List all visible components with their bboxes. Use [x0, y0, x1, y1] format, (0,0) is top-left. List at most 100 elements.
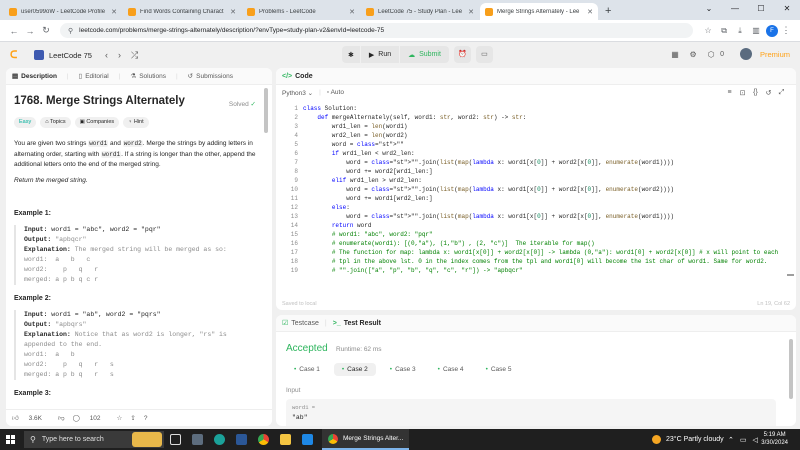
- settings-icon[interactable]: ⚙: [684, 50, 702, 59]
- close-window-icon[interactable]: ✕: [774, 0, 800, 18]
- browser-tab[interactable]: LeetCode 75 - Study Plan - Lee ✕: [361, 3, 479, 20]
- scrollbar-thumb[interactable]: [264, 88, 268, 133]
- calculator-icon[interactable]: [186, 429, 208, 450]
- profile-avatar[interactable]: F: [766, 24, 778, 37]
- word-icon[interactable]: [230, 429, 252, 450]
- code-line[interactable]: class Solution:: [303, 104, 778, 113]
- file-explorer-icon[interactable]: [274, 429, 296, 450]
- browser-tab-active[interactable]: Merge Strings Alternately - Lee ✕: [480, 3, 598, 20]
- url-field[interactable]: ⚲ leetcode.com/problems/merge-strings-al…: [60, 23, 694, 38]
- chevron-left-icon[interactable]: ‹: [105, 50, 108, 60]
- like-button[interactable]: 👍︎ 3.6K: [12, 414, 50, 422]
- code-line[interactable]: wrd1_len = len(word1): [303, 122, 778, 131]
- streak-icon[interactable]: ⬡: [702, 50, 720, 59]
- minimize-icon[interactable]: —: [722, 0, 748, 18]
- back-icon[interactable]: ←: [6, 26, 22, 36]
- case-tab[interactable]: • Case 4: [430, 363, 472, 376]
- hint-button[interactable]: ♀ Hint: [123, 117, 149, 128]
- shuffle-icon[interactable]: ⤮: [131, 50, 138, 61]
- alarm-button[interactable]: ⏰: [453, 46, 471, 63]
- code-line[interactable]: # enumerate(word1): [(0,"a"), (1,"b") , …: [303, 239, 778, 248]
- code-line[interactable]: # "".join(["a", "p", "b", "q", "c", "r"]…: [303, 266, 778, 275]
- reload-icon[interactable]: ↻: [38, 25, 54, 36]
- code-line[interactable]: word = class="st">"".join(list(map(lambd…: [303, 212, 778, 221]
- task-view-icon[interactable]: [164, 429, 186, 450]
- submit-button[interactable]: ☁ Submit: [400, 46, 449, 63]
- bookmark-icon[interactable]: ⊡: [736, 89, 749, 97]
- browser-tab[interactable]: Find Words Containing Charact ✕: [123, 3, 241, 20]
- notes-button[interactable]: ▭: [475, 46, 493, 63]
- study-plan-title[interactable]: LeetCode 75: [49, 51, 92, 60]
- companies-button[interactable]: ▣ Companies: [74, 117, 120, 128]
- braces-icon[interactable]: {}: [749, 89, 762, 96]
- reset-icon[interactable]: ↺: [762, 89, 775, 97]
- tab-test-result[interactable]: >_ Test Result: [333, 320, 381, 327]
- code-line[interactable]: word += word2[wrd1_len:]: [303, 167, 778, 176]
- code-line[interactable]: word += word1[wrd2_len:]: [303, 194, 778, 203]
- site-info-icon[interactable]: ⚲: [68, 27, 73, 35]
- taskbar-chrome-window[interactable]: Merge Strings Alter...: [322, 429, 410, 450]
- browser-tab[interactable]: Problems - LeetCode ✕: [242, 3, 360, 20]
- share-icon[interactable]: ⇪: [130, 414, 135, 422]
- new-tab-icon[interactable]: +: [605, 5, 611, 17]
- chrome-icon[interactable]: [252, 429, 274, 450]
- code-line[interactable]: word = class="st">"".join(list(map(lambd…: [303, 185, 778, 194]
- tray-chevron-icon[interactable]: ⌃: [728, 436, 734, 444]
- network-icon[interactable]: ▭: [740, 436, 747, 444]
- downloads-icon[interactable]: ⤓: [733, 26, 747, 36]
- maximize-icon[interactable]: ☐: [748, 0, 774, 18]
- case-tab[interactable]: • Case 1: [286, 363, 328, 376]
- favorite-star-icon[interactable]: ☆: [117, 414, 123, 422]
- chevron-down-icon[interactable]: ⌄: [696, 0, 722, 18]
- code-line[interactable]: if wrd1_len < wrd2_len:: [303, 149, 778, 158]
- extensions-icon[interactable]: ⧉: [717, 26, 731, 36]
- code-line[interactable]: # The function for map: lambda x: word1[…: [303, 248, 778, 257]
- code-line[interactable]: # word1: "abc", word2: "pqr": [303, 230, 778, 239]
- close-tab-icon[interactable]: ✕: [349, 8, 355, 16]
- code-line[interactable]: else:: [303, 203, 778, 212]
- taskbar-clock[interactable]: 5:19 AM 3/30/2024: [761, 431, 788, 447]
- forward-icon[interactable]: →: [22, 26, 38, 36]
- leetcode-logo-icon[interactable]: ᑕ: [10, 50, 20, 61]
- premium-link[interactable]: Premium: [760, 50, 790, 59]
- tab-solutions[interactable]: ⚗ Solutions: [130, 72, 166, 81]
- code-line[interactable]: elif wrd1_len > wrd2_len:: [303, 176, 778, 185]
- weather-widget[interactable]: 23°C Partly cloudy: [652, 429, 724, 450]
- close-tab-icon[interactable]: ✕: [468, 8, 474, 16]
- case-tab[interactable]: • Case 3: [382, 363, 424, 376]
- bookmark-star-icon[interactable]: ☆: [701, 26, 715, 35]
- code-line[interactable]: word = class="st">"": [303, 140, 778, 149]
- language-select[interactable]: Python3 ⌄: [282, 89, 313, 97]
- tab-description[interactable]: ▤ Description: [12, 72, 57, 81]
- windows-start-icon[interactable]: [0, 429, 20, 450]
- more-options-icon[interactable]: ⋮: [778, 25, 794, 36]
- close-tab-icon[interactable]: ✕: [587, 8, 593, 16]
- tab-testcase[interactable]: ☑ Testcase: [282, 319, 319, 328]
- case-tab[interactable]: • Case 5: [478, 363, 520, 376]
- run-button[interactable]: ▶ Run: [360, 46, 400, 63]
- code-line[interactable]: wrd2_len = len(word2): [303, 131, 778, 140]
- format-icon[interactable]: ≡: [723, 89, 736, 96]
- comments-button[interactable]: ◯ 102: [73, 414, 109, 422]
- code-line[interactable]: word = class="st">"".join(list(map(lambd…: [303, 158, 778, 167]
- code-editor[interactable]: 1 2 3 4 5 6 7 8 9 10 11 12 13 14 15 16 17 18 19 class Solu…: [276, 100, 796, 278]
- edge-icon[interactable]: [208, 429, 230, 450]
- scrollbar-thumb[interactable]: [787, 274, 794, 276]
- debug-button[interactable]: ✱: [342, 46, 360, 63]
- code-lines[interactable]: class Solution: def mergeAlternately(sel…: [303, 104, 778, 275]
- case-tab-active[interactable]: • Case 2: [333, 363, 376, 376]
- auto-mode-toggle[interactable]: ▫ Auto: [327, 89, 344, 96]
- taskbar-search-input[interactable]: ⚲ Type here to search: [24, 431, 164, 448]
- dislike-icon[interactable]: 👎︎: [58, 414, 65, 422]
- layout-icon[interactable]: ▦: [666, 50, 684, 59]
- tab-submissions[interactable]: ↺ Submissions: [188, 72, 233, 81]
- code-line[interactable]: def mergeAlternately(self, word1: str, w…: [303, 113, 778, 122]
- browser-tab[interactable]: user0599oW - LeetCode Profile ✕: [4, 3, 122, 20]
- close-tab-icon[interactable]: ✕: [111, 8, 117, 16]
- mail-icon[interactable]: [296, 429, 318, 450]
- expand-icon[interactable]: ⤢: [775, 89, 788, 97]
- scrollbar-thumb[interactable]: [789, 339, 793, 399]
- tab-editorial[interactable]: ▯ Editorial: [79, 72, 109, 81]
- code-line[interactable]: return word: [303, 221, 778, 230]
- sidebar-icon[interactable]: ▥: [749, 26, 763, 35]
